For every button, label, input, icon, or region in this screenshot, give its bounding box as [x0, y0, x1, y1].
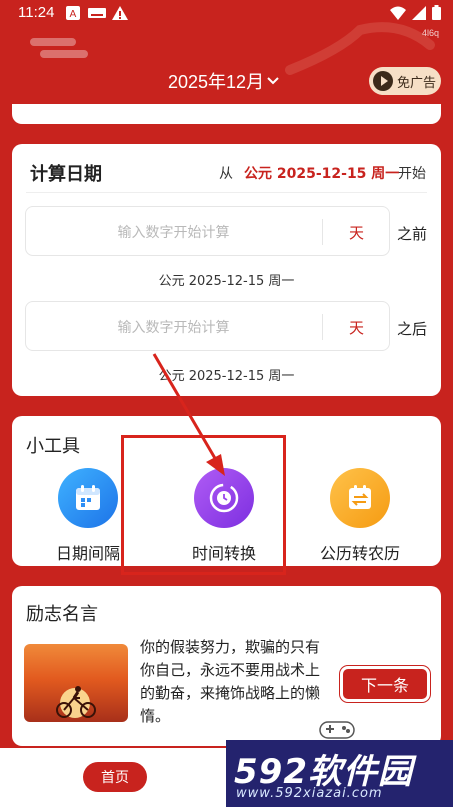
from-date[interactable]: 公元 2025-12-15 周一 [244, 163, 399, 183]
nav-home-label: 首页 [101, 770, 129, 786]
days-after-field[interactable]: 输入数字开始计算 天 [25, 301, 390, 351]
after-result: 公元 2025-12-15 周一 [158, 369, 295, 384]
month-selector[interactable]: 2025年12月 [168, 68, 279, 94]
days-before-field[interactable]: 输入数字开始计算 天 [25, 206, 390, 256]
before-label: 之前 [397, 225, 428, 243]
remove-ads-label: 免广告 [397, 74, 437, 90]
divider [26, 192, 427, 193]
quote-text: 你的假装努力，欺骗的只有你自己，永远不要用战术上的勤奋，来掩饰战略上的懒惰。 [140, 638, 321, 725]
status-time: 11:24 [18, 4, 55, 21]
annotation-highlight-box [121, 435, 286, 575]
nav-home[interactable]: 首页 [83, 762, 147, 792]
watermark-url: www.592xiazai.com [236, 786, 383, 801]
days-after-unit: 天 [349, 319, 365, 337]
days-before-input[interactable]: 输入数字开始计算 [26, 222, 321, 242]
remove-ads-button[interactable]: 免广告 [369, 67, 441, 95]
calendar-swap-icon [330, 468, 390, 528]
after-label: 之后 [397, 320, 428, 338]
calendar-icon [58, 468, 118, 528]
battery-icon [432, 5, 441, 20]
date-calc-title: 计算日期 [30, 164, 102, 185]
header-decoration [30, 38, 88, 58]
play-icon [373, 71, 393, 91]
month-title: 2025年12月 [168, 72, 265, 92]
calendar-card-bottom [12, 104, 441, 124]
chevron-down-icon [267, 77, 279, 85]
days-before-unit: 天 [349, 224, 365, 242]
quotes-card: 励志名言 你的假装努力，欺骗的只有你自己，永远不要用战术上的勤奋，来掩饰战略上的… [12, 586, 441, 746]
warning-icon [112, 6, 128, 20]
quotes-title: 励志名言 [26, 604, 98, 625]
date-calc-card: 计算日期 从 公元 2025-12-15 周一 开始 输入数字开始计算 天 之前… [12, 144, 441, 396]
next-quote-label: 下一条 [360, 676, 409, 695]
signal-icon [412, 5, 426, 20]
field-separator [322, 314, 323, 340]
start-label: 开始 [398, 166, 426, 182]
cyclist-sunset-image [24, 644, 128, 722]
from-label: 从 [219, 166, 233, 182]
next-quote-button[interactable]: 下一条 [340, 666, 430, 702]
wifi-icon [390, 6, 406, 20]
tool-solar-to-lunar[interactable]: 公历转农历 [300, 468, 420, 564]
tool-label: 公历转农历 [319, 544, 400, 563]
status-bar: 11:24 A [0, 0, 453, 26]
keyboard-icon [88, 8, 106, 18]
tools-title: 小工具 [26, 436, 80, 457]
network-label: 4l6q [421, 28, 439, 38]
days-after-input[interactable]: 输入数字开始计算 [26, 317, 321, 337]
svg-text:A: A [70, 9, 77, 20]
field-separator [322, 219, 323, 245]
site-watermark: 592软件园 www.592xiazai.com [226, 740, 453, 807]
notification-a-icon: A [66, 6, 80, 20]
before-result: 公元 2025-12-15 周一 [158, 274, 295, 289]
gamepad-icon[interactable] [318, 718, 356, 740]
